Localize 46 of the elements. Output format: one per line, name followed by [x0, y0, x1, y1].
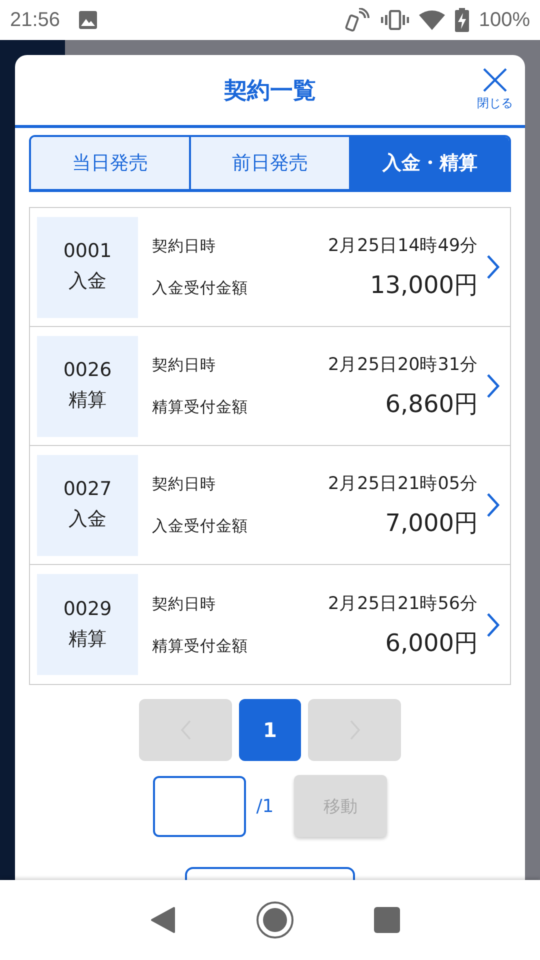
contract-row[interactable]: 0001 入金 契約日時 2月25日14時49分 入金受付金額 13,000円: [30, 208, 510, 327]
tab[interactable]: 前日発売: [191, 137, 351, 189]
contract-date: 2月25日21時05分: [328, 473, 478, 495]
contract-date: 2月25日14時49分: [328, 235, 478, 257]
chevron-right-icon: [486, 254, 500, 280]
wifi-icon: [418, 10, 445, 30]
vibrate-icon: [380, 10, 409, 30]
dialog-title: 契約一覧: [224, 76, 316, 106]
page-total: /1: [256, 796, 274, 816]
close-button[interactable]: 閉じる: [477, 67, 513, 112]
amount: 13,000円: [370, 270, 478, 301]
contract-row[interactable]: 0027 入金 契約日時 2月25日21時05分 入金受付金額 7,000円: [30, 446, 510, 565]
amount-label: 入金受付金額: [152, 516, 248, 537]
amount: 6,860円: [385, 389, 478, 420]
contract-id: 0001 入金: [37, 216, 138, 318]
contract-row[interactable]: 0029 精算 契約日時 2月25日21時56分 精算受付金額 6,000円: [30, 565, 510, 684]
battery-icon: [454, 8, 469, 32]
page-number[interactable]: 1: [239, 699, 301, 761]
date-label: 契約日時: [152, 594, 216, 614]
contract-date: 2月25日20時31分: [328, 354, 478, 376]
clock: 21:56: [10, 8, 60, 32]
tab[interactable]: 入金・精算: [351, 137, 509, 189]
back-icon[interactable]: [150, 906, 176, 934]
battery-level: 100%: [478, 8, 530, 32]
contract-date: 2月25日21時56分: [328, 592, 478, 614]
contract-id: 0027 入金: [37, 454, 138, 556]
date-label: 契約日時: [152, 474, 216, 495]
chevron-right-icon: [486, 612, 500, 638]
amount: 7,000円: [385, 508, 478, 539]
image-icon: [78, 10, 98, 30]
contract-id: 0026 精算: [37, 336, 138, 436]
date-label: 契約日時: [152, 355, 216, 376]
date-label: 契約日時: [152, 236, 216, 257]
chevron-right-icon: [486, 492, 500, 518]
phone-signal-icon: [344, 8, 371, 32]
contract-id: 0029 精算: [37, 574, 138, 675]
home-icon[interactable]: [256, 901, 294, 939]
close-icon: [482, 67, 508, 93]
contract-row[interactable]: 0026 精算 契約日時 2月25日20時31分 精算受付金額 6,860円: [30, 327, 510, 446]
tab[interactable]: 当日発売: [31, 137, 191, 189]
page-input[interactable]: [153, 776, 246, 836]
amount-label: 精算受付金額: [152, 397, 248, 418]
amount: 6,000円: [385, 628, 478, 658]
chevron-right-icon: [486, 373, 500, 399]
amount-label: 入金受付金額: [152, 278, 248, 299]
amount-label: 精算受付金額: [152, 636, 248, 656]
